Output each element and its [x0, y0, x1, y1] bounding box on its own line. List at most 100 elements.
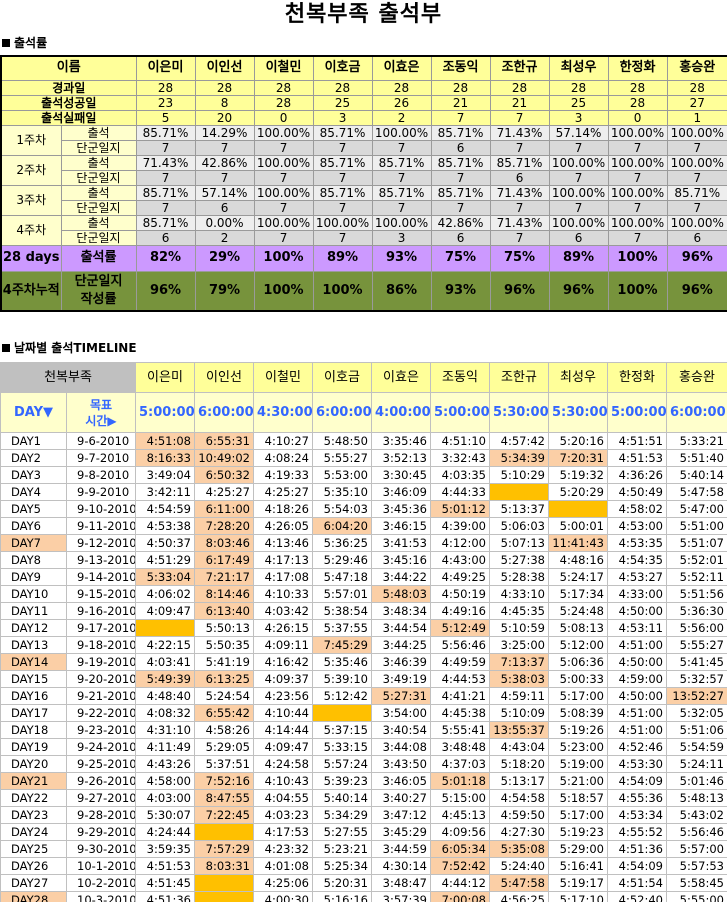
week-attendance-cell: 100.00%: [253, 124, 314, 141]
day-label: DAY2: [0, 449, 67, 467]
time-cell: 7:00:08: [430, 891, 490, 902]
day-label: DAY17: [0, 704, 67, 722]
date-cell: 9-24-2010: [66, 738, 136, 756]
total-rate-cell: 89%: [548, 244, 609, 272]
week-attendance-cell: 100.00%: [666, 214, 727, 231]
day-label: DAY12: [0, 619, 67, 637]
time-cell: 6:50:32: [194, 466, 254, 484]
time-cell: 4:31:10: [135, 721, 195, 739]
name-column-header: 이름: [0, 55, 137, 81]
time-cell: 5:33:04: [135, 568, 195, 586]
time-cell: 5:24:48: [548, 602, 608, 620]
time-cell: 4:55:52: [607, 823, 667, 841]
summary-cell: 28: [135, 79, 196, 96]
week-attendance-cell: 100.00%: [548, 184, 609, 201]
week-attendance-cell: 85.71%: [430, 154, 491, 171]
time-cell: 4:53:00: [607, 517, 667, 535]
cumulative-rate-cell: 100%: [607, 270, 668, 312]
time-cell: 3:30:45: [371, 466, 431, 484]
summary-cell: 21: [489, 94, 550, 111]
cumulative-rate-label: 단군일지 작성률: [60, 270, 137, 312]
week-log-cell: 7: [194, 169, 255, 186]
week-log-cell: 7: [607, 199, 668, 216]
week-log-cell: 7: [135, 199, 196, 216]
time-cell: 4:58:26: [194, 721, 254, 739]
day-label: DAY19: [0, 738, 67, 756]
goal-time-cell: 5:00:00: [607, 392, 667, 433]
summary-cell: 28: [548, 79, 609, 96]
week-attendance-cell: 71.43%: [135, 154, 196, 171]
time-cell: 5:12:49: [430, 619, 490, 637]
time-cell: [194, 891, 254, 902]
time-cell: 3:41:53: [371, 534, 431, 552]
time-cell: 6:55:42: [194, 704, 254, 722]
time-cell: 5:58:45: [666, 874, 727, 892]
week-log-cell: 7: [489, 229, 550, 246]
summary-cell: 27: [666, 94, 727, 111]
time-cell: 4:14:44: [253, 721, 313, 739]
date-cell: 9-20-2010: [66, 670, 136, 688]
time-cell: 4:22:15: [135, 636, 195, 654]
week-attendance-cell: 85.71%: [666, 184, 727, 201]
week-attendance-cell: 100.00%: [253, 214, 314, 231]
time-cell: 3:57:39: [371, 891, 431, 902]
summary-cell: 28: [312, 79, 373, 96]
summary-cell: 28: [194, 79, 255, 96]
time-cell: 5:16:41: [548, 857, 608, 875]
summary-cell: 20: [194, 109, 255, 126]
time-cell: 5:49:39: [135, 670, 195, 688]
time-cell: 4:17:08: [253, 568, 313, 586]
page-title: 천복부족 출석부: [284, 2, 443, 27]
time-cell: 5:17:34: [548, 585, 608, 603]
time-cell: 3:44:54: [371, 619, 431, 637]
time-cell: 3:44:22: [371, 568, 431, 586]
time-cell: 3:46:05: [371, 772, 431, 790]
time-cell: 5:00:33: [548, 670, 608, 688]
total-rate-cell: 29%: [194, 244, 255, 272]
time-cell: 4:18:26: [253, 500, 313, 518]
cumulative-rate-cell: 96%: [666, 270, 727, 312]
time-cell: 3:42:11: [135, 483, 195, 501]
member-name-header: 이은미: [135, 55, 196, 81]
week-log-cell: 7: [253, 229, 314, 246]
cumulative-label: 4주차누적: [0, 270, 62, 312]
date-cell: 10-2-2010: [66, 874, 136, 892]
time-cell: 4:09:37: [253, 670, 313, 688]
time-cell: 4:49:59: [430, 653, 490, 671]
section-label: 날짜별 출석TIMELINE: [14, 341, 137, 355]
time-cell: 5:37:51: [194, 755, 254, 773]
time-cell: [135, 619, 195, 637]
total-rate-label: 출석률: [60, 244, 137, 272]
time-cell: 4:03:00: [135, 789, 195, 807]
time-cell: 4:51:00: [607, 704, 667, 722]
time-cell: [312, 704, 372, 722]
goal-time-cell: 6:00:00: [194, 392, 254, 433]
time-cell: 3:49:04: [135, 466, 195, 484]
time-cell: 5:12:42: [312, 687, 372, 705]
time-cell: 3:35:46: [371, 432, 431, 450]
week-attendance-cell: 57.14%: [194, 184, 255, 201]
week-log-cell: 7: [312, 199, 373, 216]
summary-cell: 0: [253, 109, 314, 126]
member-name-header: 조동익: [430, 55, 491, 81]
timeline-name-header: 이은미: [135, 362, 195, 393]
goal-time-cell: 6:00:00: [312, 392, 372, 433]
time-cell: 5:37:15: [312, 721, 372, 739]
time-cell: 4:25:27: [253, 483, 313, 501]
time-cell: 5:53:00: [312, 466, 372, 484]
time-cell: 6:17:49: [194, 551, 254, 569]
time-cell: 4:17:13: [253, 551, 313, 569]
time-cell: 13:55:37: [489, 721, 549, 739]
time-cell: 4:51:00: [607, 636, 667, 654]
time-cell: 5:52:01: [666, 551, 727, 569]
time-cell: 4:09:47: [135, 602, 195, 620]
date-cell: 9-17-2010: [66, 619, 136, 637]
time-cell: 5:57:00: [666, 840, 727, 858]
time-cell: 3:48:47: [371, 874, 431, 892]
attendance-summary-table: 이름 이은미 이인선 이철민 이호금 이효은 조동익 조한규 최성우 한정화 홍승완 경과일 28 28 2…: [0, 55, 727, 312]
time-cell: 5:18:20: [489, 755, 549, 773]
time-cell: 4:24:44: [135, 823, 195, 841]
time-cell: 4:44:12: [430, 874, 490, 892]
time-cell: 4:50:37: [135, 534, 195, 552]
time-cell: 6:04:20: [312, 517, 372, 535]
